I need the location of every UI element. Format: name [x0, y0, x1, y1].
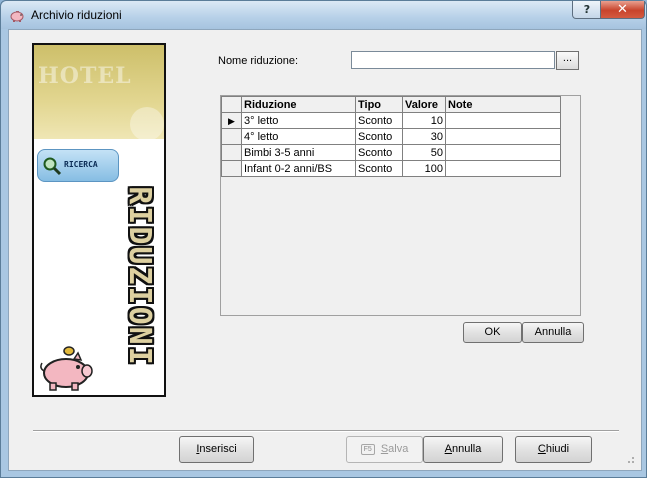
magnifier-icon: [43, 157, 62, 176]
help-button[interactable]: ?: [572, 1, 602, 19]
cell-tipo[interactable]: Sconto: [355, 144, 403, 161]
ok-button[interactable]: OK: [463, 322, 522, 343]
cell-valore[interactable]: 100: [402, 160, 446, 177]
side-banner: HOTEL RICERCA RIDUZIONI: [32, 43, 166, 397]
dialog-client-area: HOTEL RICERCA RIDUZIONI Nome riduzione: …: [8, 29, 642, 471]
column-header-valore[interactable]: Valore: [402, 96, 446, 113]
browse-button[interactable]: ...: [556, 51, 579, 70]
column-header-note[interactable]: Note: [445, 96, 561, 113]
cell-note[interactable]: [445, 128, 561, 145]
inserisci-label: nserisci: [199, 443, 237, 455]
name-label: Nome riduzione:: [218, 55, 299, 67]
resize-grip-icon[interactable]: [625, 454, 635, 464]
search-button-label: RICERCA: [64, 160, 98, 169]
help-icon: ?: [583, 3, 591, 16]
cell-riduzione[interactable]: 4° letto: [241, 128, 356, 145]
footer-separator: [33, 430, 619, 432]
reductions-grid[interactable]: Riduzione Tipo Valore Note ▶ 3° letto Sc…: [220, 95, 581, 316]
cell-valore[interactable]: 30: [402, 128, 446, 145]
vertical-title-text: RIDUZIONI: [121, 185, 157, 367]
hotel-banner-text: HOTEL: [38, 63, 132, 89]
cell-valore[interactable]: 50: [402, 144, 446, 161]
reductions-table: Riduzione Tipo Valore Note ▶ 3° letto Sc…: [221, 96, 561, 177]
f5-key-icon: F5: [360, 444, 375, 455]
grid-annulla-button[interactable]: Annulla: [522, 322, 584, 343]
cell-riduzione[interactable]: 3° letto: [241, 112, 356, 129]
chiudi-accesskey: C: [537, 443, 546, 455]
table-row[interactable]: 4° letto Sconto 30: [221, 128, 561, 145]
column-header-riduzione[interactable]: Riduzione: [241, 96, 356, 113]
chiudi-button[interactable]: Chiudi: [515, 436, 592, 463]
inserisci-button[interactable]: Inserisci: [179, 436, 254, 463]
annulla-label: nnulla: [451, 443, 482, 455]
name-input[interactable]: [351, 51, 555, 69]
close-button[interactable]: ✕: [600, 1, 645, 19]
row-indicator[interactable]: [221, 160, 242, 177]
table-row[interactable]: ▶ 3° letto Sconto 10: [221, 112, 561, 129]
row-indicator[interactable]: [221, 144, 242, 161]
table-row[interactable]: Bimbi 3-5 anni Sconto 50: [221, 144, 561, 161]
table-header-row: Riduzione Tipo Valore Note: [221, 96, 561, 113]
piggy-bank-icon: [10, 11, 24, 22]
cell-note[interactable]: [445, 144, 561, 161]
cell-valore[interactable]: 10: [402, 112, 446, 129]
table-row[interactable]: Infant 0-2 anni/BS Sconto 100: [221, 160, 561, 177]
dialog-window: Archivio riduzioni ? ✕ HOTEL RICERCA RID…: [0, 0, 647, 478]
hotel-banner-badge: [130, 107, 164, 141]
search-button[interactable]: RICERCA: [37, 149, 119, 182]
vertical-title: RIDUZIONI: [121, 163, 157, 389]
cell-note[interactable]: [445, 160, 561, 177]
title-bar[interactable]: Archivio riduzioni ? ✕: [1, 1, 646, 29]
salva-button[interactable]: F5 Salva: [346, 436, 423, 463]
chiudi-label: hiudi: [545, 443, 570, 455]
cell-note[interactable]: [445, 112, 561, 129]
salva-label: alva: [388, 443, 409, 455]
row-indicator[interactable]: ▶: [221, 112, 242, 129]
row-indicator-header: [221, 96, 242, 113]
hotel-banner-image: HOTEL: [34, 45, 164, 141]
close-icon: ✕: [617, 2, 628, 17]
window-title: Archivio riduzioni: [31, 8, 122, 22]
cell-tipo[interactable]: Sconto: [355, 112, 403, 129]
cell-tipo[interactable]: Sconto: [355, 128, 403, 145]
column-header-tipo[interactable]: Tipo: [355, 96, 403, 113]
piggy-bank-mascot-icon: [40, 346, 93, 391]
cell-tipo[interactable]: Sconto: [355, 160, 403, 177]
cell-riduzione[interactable]: Infant 0-2 anni/BS: [241, 160, 356, 177]
cell-riduzione[interactable]: Bimbi 3-5 anni: [241, 144, 356, 161]
annulla-button[interactable]: Annulla: [423, 436, 503, 463]
current-row-arrow-icon: ▶: [228, 115, 235, 126]
annulla-accesskey: A: [444, 443, 452, 455]
row-indicator[interactable]: [221, 128, 242, 145]
